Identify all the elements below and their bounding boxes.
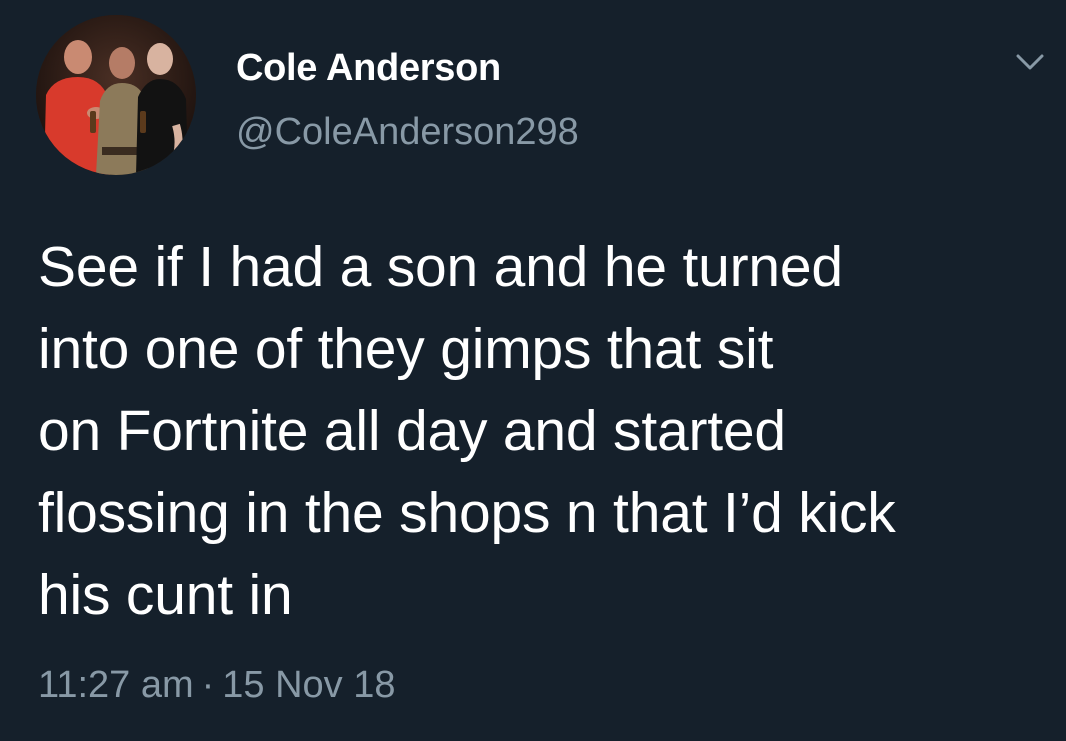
tweet-text: See if I had a son and he turned into on…: [38, 235, 896, 627]
avatar-photo: [36, 15, 196, 175]
tweet-timestamp[interactable]: 11:27 am · 15 Nov 18: [38, 661, 396, 709]
tweet-time: 11:27 am: [38, 664, 194, 706]
tweet-card: Cole Anderson @ColeAnderson298 See if I …: [0, 0, 1066, 741]
chevron-down-icon[interactable]: [1008, 46, 1052, 78]
avatar[interactable]: [36, 15, 196, 175]
tweet-date: 15 Nov 18: [222, 664, 396, 706]
timestamp-separator: ·: [201, 664, 215, 706]
author-display-name[interactable]: Cole Anderson: [236, 44, 501, 92]
author-handle[interactable]: @ColeAnderson298: [236, 108, 579, 156]
